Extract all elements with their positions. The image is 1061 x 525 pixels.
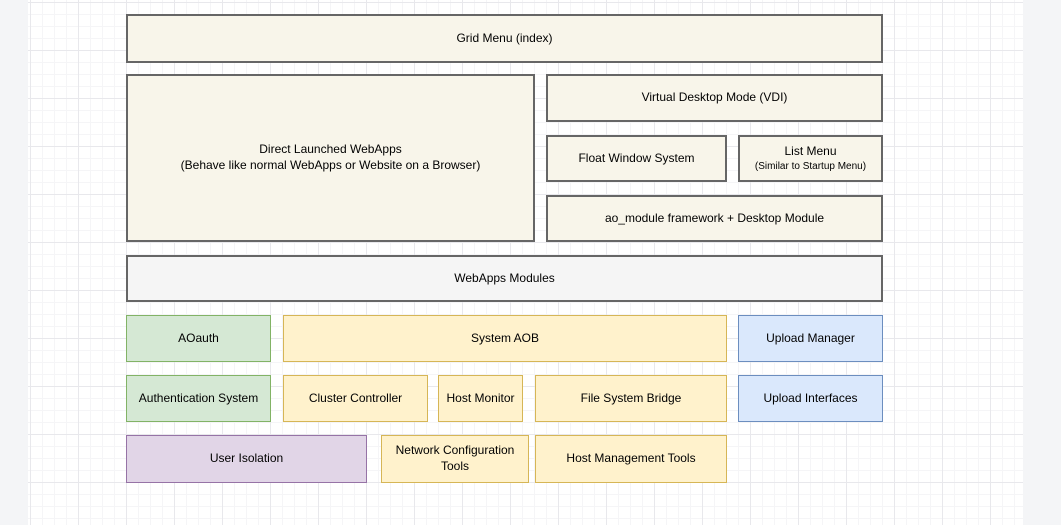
diagram-canvas-viewport: Grid Menu (index) Direct Launched WebApp…: [0, 0, 1061, 525]
node-aoauth[interactable]: AOauth: [126, 315, 271, 362]
node-network-configuration-tools[interactable]: Network Configuration Tools: [381, 435, 529, 483]
node-label: ao_module framework + Desktop Module: [605, 211, 824, 227]
node-ao-module-framework[interactable]: ao_module framework + Desktop Module: [546, 195, 883, 242]
node-file-system-bridge[interactable]: File System Bridge: [535, 375, 727, 422]
node-label: Virtual Desktop Mode (VDI): [642, 90, 788, 106]
node-label-line2: (Behave like normal WebApps or Website o…: [181, 158, 481, 174]
node-direct-launched-webapps[interactable]: Direct Launched WebApps (Behave like nor…: [126, 74, 535, 242]
node-label: User Isolation: [210, 451, 283, 467]
node-label: Float Window System: [578, 151, 694, 167]
node-system-aob[interactable]: System AOB: [283, 315, 727, 362]
node-label: Host Monitor: [446, 391, 514, 407]
node-label: Upload Manager: [766, 331, 855, 347]
node-label: Authentication System: [139, 391, 258, 407]
node-authentication-system[interactable]: Authentication System: [126, 375, 271, 422]
node-cluster-controller[interactable]: Cluster Controller: [283, 375, 428, 422]
node-user-isolation[interactable]: User Isolation: [126, 435, 367, 483]
node-label: List Menu: [784, 144, 836, 160]
node-label: Upload Interfaces: [763, 391, 857, 407]
node-label: Direct Launched WebApps: [259, 142, 402, 158]
node-label: File System Bridge: [581, 391, 682, 407]
node-virtual-desktop-mode[interactable]: Virtual Desktop Mode (VDI): [546, 74, 883, 122]
node-host-management-tools[interactable]: Host Management Tools: [535, 435, 727, 483]
node-label: WebApps Modules: [454, 271, 555, 287]
node-grid-menu[interactable]: Grid Menu (index): [126, 14, 883, 63]
node-upload-interfaces[interactable]: Upload Interfaces: [738, 375, 883, 422]
node-label: AOauth: [178, 331, 219, 347]
node-label: System AOB: [471, 331, 539, 347]
node-label: Network Configuration Tools: [388, 443, 522, 475]
node-label: Cluster Controller: [309, 391, 402, 407]
node-label: Host Management Tools: [566, 451, 695, 467]
node-webapps-modules[interactable]: WebApps Modules: [126, 255, 883, 302]
node-host-monitor[interactable]: Host Monitor: [438, 375, 523, 422]
node-sublabel: (Similar to Startup Menu): [755, 160, 866, 173]
node-label: Grid Menu (index): [456, 31, 552, 47]
node-list-menu[interactable]: List Menu (Similar to Startup Menu): [738, 135, 883, 182]
node-float-window-system[interactable]: Float Window System: [546, 135, 727, 182]
node-upload-manager[interactable]: Upload Manager: [738, 315, 883, 362]
